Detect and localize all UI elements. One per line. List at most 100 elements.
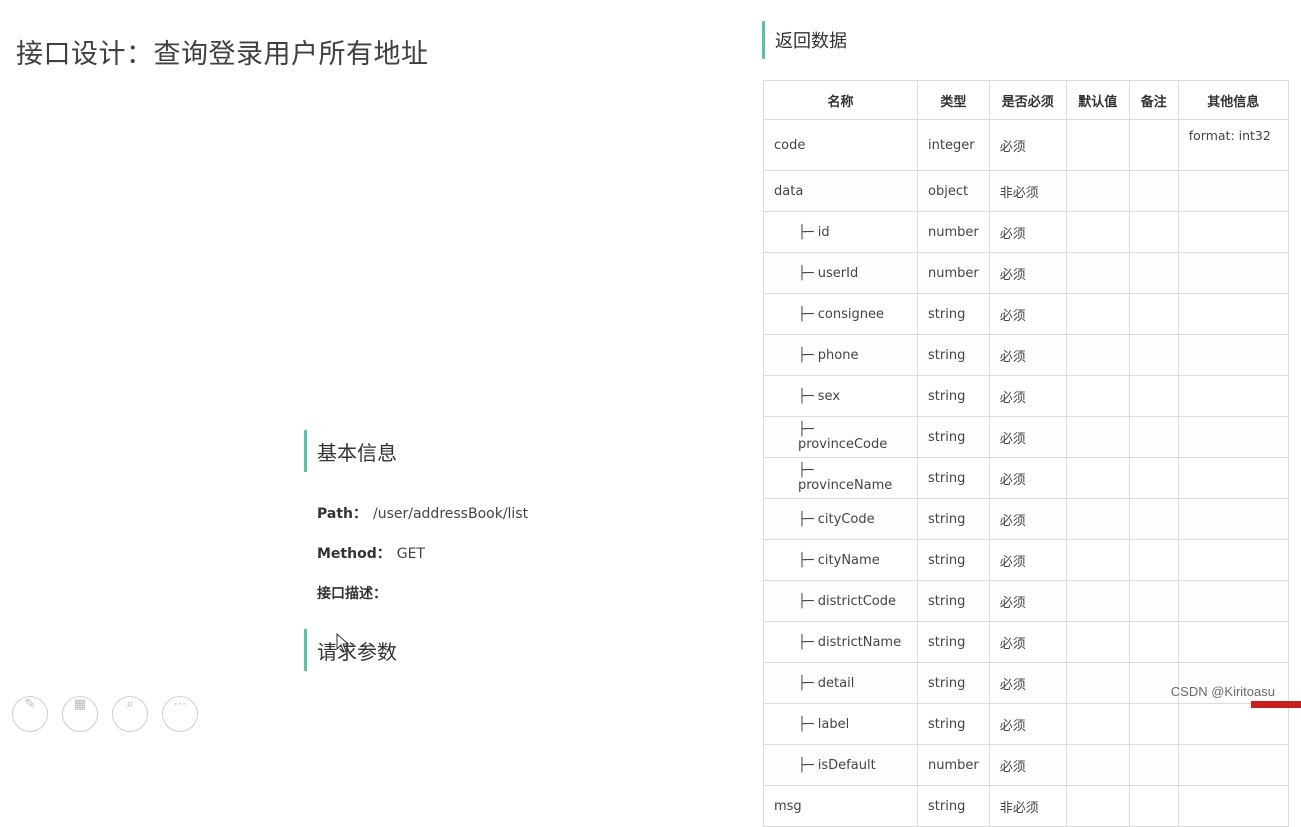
cell-other [1177, 785, 1289, 827]
description-line: 接口描述： [317, 583, 387, 603]
cell-other [1177, 744, 1289, 786]
cell-name: ├─ cityName [763, 539, 918, 581]
cell-other [1177, 539, 1289, 581]
method-label: Method： [317, 546, 391, 562]
header-name: 名称 [763, 80, 918, 120]
method-line: Method： GET [317, 543, 425, 563]
cell-type: string [917, 621, 990, 663]
cell-name: ├─ detail [763, 662, 918, 704]
cell-name: ├─ consignee [763, 293, 918, 335]
table-row: ├─ sex string 必须 [763, 375, 1289, 417]
cell-type: string [917, 293, 990, 335]
cell-default [1065, 539, 1130, 581]
cell-name: ├─ phone [763, 334, 918, 376]
cell-default [1065, 744, 1130, 786]
cell-name: ├─ districtCode [763, 580, 918, 622]
cell-other [1177, 621, 1289, 663]
cell-type: string [917, 334, 990, 376]
cell-name: ├─ id [763, 211, 918, 253]
cell-default [1065, 662, 1130, 704]
cell-other [1177, 334, 1289, 376]
cell-other [1177, 498, 1289, 540]
section-accent-bar [304, 430, 307, 472]
section-accent-bar [304, 629, 307, 671]
cell-required: 必须 [988, 416, 1067, 458]
pen-icon[interactable]: ✎ [12, 696, 48, 732]
cell-default [1065, 785, 1130, 827]
path-value: /user/addressBook/list [373, 506, 529, 522]
cell-default [1065, 334, 1130, 376]
cell-required: 必须 [988, 334, 1067, 376]
description-label: 接口描述： [317, 586, 387, 602]
table-row: ├─ cityCode string 必须 [763, 498, 1289, 540]
cell-default [1065, 211, 1130, 253]
cell-other [1177, 703, 1289, 745]
table-row: ├─ id number 必须 [763, 211, 1289, 253]
grid-icon[interactable]: ▦ [62, 696, 98, 732]
cell-default [1065, 170, 1130, 212]
cell-type: number [917, 252, 990, 294]
cell-required: 非必须 [988, 785, 1067, 827]
cell-other [1177, 252, 1289, 294]
cell-default [1065, 498, 1130, 540]
table-row: ├─ districtName string 必须 [763, 621, 1289, 663]
table-row: ├─ districtCode string 必须 [763, 580, 1289, 622]
section-return-data-label: 返回数据 [775, 31, 847, 52]
mouse-cursor-icon [336, 633, 350, 653]
cell-default [1065, 703, 1130, 745]
cell-type: number [917, 211, 990, 253]
table-row: msg string 非必须 [763, 785, 1289, 827]
cell-default [1065, 580, 1130, 622]
table-row: ├─ cityName string 必须 [763, 539, 1289, 581]
section-return-data: 返回数据 [762, 21, 847, 59]
header-default: 默认值 [1065, 80, 1130, 120]
cell-type: string [917, 662, 990, 704]
cell-note [1128, 498, 1179, 540]
search-icon[interactable]: ⌕ [112, 696, 148, 732]
header-required: 是否必须 [988, 80, 1067, 120]
cell-name: ├─ provinceCode [763, 416, 918, 458]
cell-note [1128, 293, 1179, 335]
cell-type: object [917, 170, 990, 212]
section-accent-bar [762, 21, 765, 59]
cell-other [1177, 457, 1289, 499]
cell-required: 必须 [988, 457, 1067, 499]
cell-default [1065, 375, 1130, 417]
cell-default [1065, 621, 1130, 663]
return-data-table: 名称 类型 是否必须 默认值 备注 其他信息 code integer 必须 form… [763, 80, 1289, 827]
cell-type: string [917, 785, 990, 827]
cell-required: 必须 [988, 580, 1067, 622]
cell-type: string [917, 498, 990, 540]
cell-name: ├─ userId [763, 252, 918, 294]
more-icon[interactable]: ⋯ [162, 696, 198, 732]
path-label: Path： [317, 506, 367, 522]
cell-note [1128, 580, 1179, 622]
cell-note [1128, 744, 1179, 786]
cell-required: 必须 [988, 498, 1067, 540]
table-row: code integer 必须 format: int32 [763, 119, 1289, 171]
cell-name: data [763, 170, 918, 212]
cell-name: ├─ isDefault [763, 744, 918, 786]
cell-name: msg [763, 785, 918, 827]
section-request-params: 请求参数 [304, 629, 397, 671]
cell-note [1128, 621, 1179, 663]
cell-default [1065, 457, 1130, 499]
cell-default [1065, 293, 1130, 335]
cell-note [1128, 334, 1179, 376]
cell-default [1065, 252, 1130, 294]
cell-type: string [917, 580, 990, 622]
table-row: ├─ consignee string 必须 [763, 293, 1289, 335]
cell-required: 必须 [988, 662, 1067, 704]
cell-default [1065, 416, 1130, 458]
header-type: 类型 [917, 80, 990, 120]
cell-other [1177, 170, 1289, 212]
cell-required: 非必须 [988, 170, 1067, 212]
corner-decoration [1251, 701, 1301, 708]
cell-required: 必须 [988, 703, 1067, 745]
cell-type: string [917, 703, 990, 745]
cell-other: format: int32 [1177, 119, 1289, 171]
cell-type: integer [917, 119, 990, 171]
cell-type: string [917, 539, 990, 581]
cell-required: 必须 [988, 119, 1067, 171]
cell-note [1128, 785, 1179, 827]
